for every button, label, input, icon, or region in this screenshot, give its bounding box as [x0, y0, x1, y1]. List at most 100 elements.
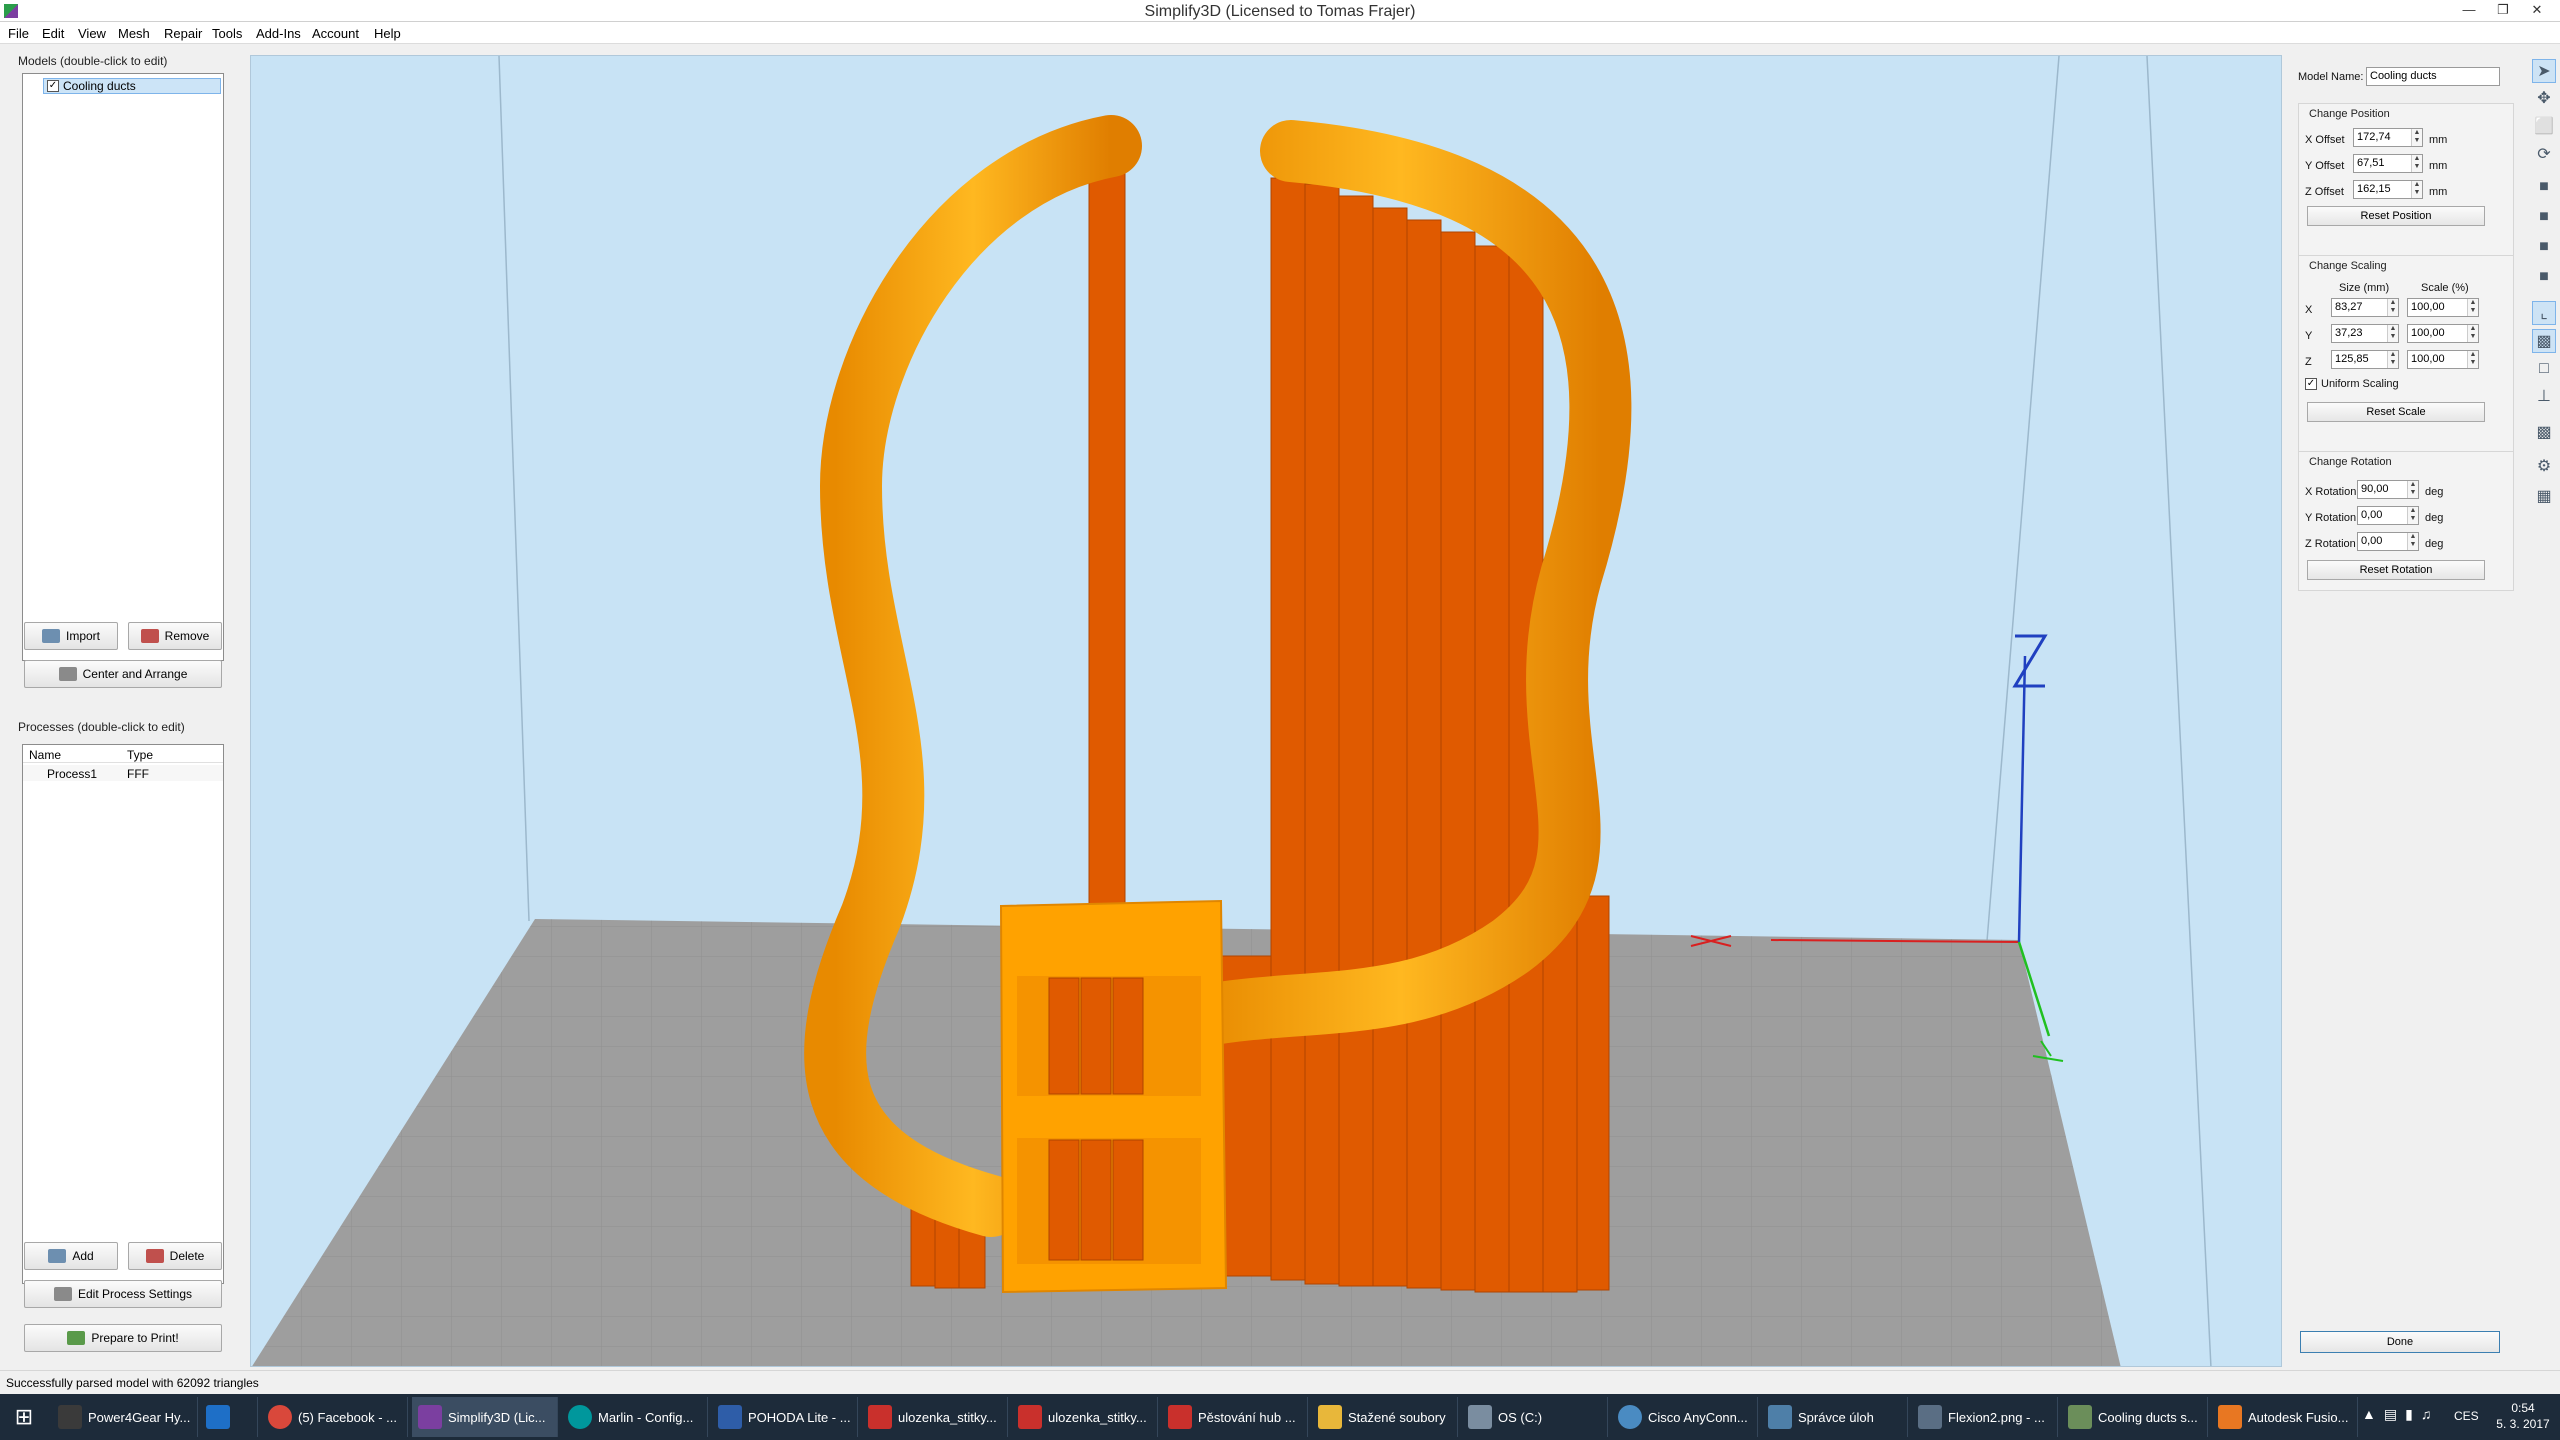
- taskbar-item[interactable]: Stažené soubory: [1312, 1397, 1458, 1437]
- spin-arrows-icon[interactable]: ▲ ▼: [2411, 155, 2422, 172]
- clock[interactable]: 0:54 5. 3. 2017: [2490, 1400, 2556, 1432]
- scale-x-input[interactable]: 100,00 ▲ ▼: [2407, 298, 2479, 317]
- table-row[interactable]: Process1 FFF: [23, 765, 223, 781]
- menu-view[interactable]: View: [78, 26, 106, 41]
- menu-file[interactable]: File: [8, 26, 29, 41]
- menu-bar: File Edit View Mesh Repair Tools Add-Ins…: [0, 22, 2560, 44]
- spin-arrows-icon[interactable]: ▲ ▼: [2407, 507, 2418, 524]
- remove-button[interactable]: Remove: [128, 622, 222, 650]
- menu-help[interactable]: Help: [374, 26, 401, 41]
- taskbar-item[interactable]: (5) Facebook - ...: [262, 1397, 408, 1437]
- minimize-button[interactable]: —: [2452, 0, 2486, 20]
- taskbar-item[interactable]: Marlin - Config...: [562, 1397, 708, 1437]
- taskbar-item[interactable]: POHODA Lite - ...: [712, 1397, 858, 1437]
- view-front-icon[interactable]: ■: [2532, 205, 2556, 229]
- supports-icon[interactable]: ▦: [2532, 485, 2556, 509]
- cross-section-icon[interactable]: ▩: [2532, 421, 2556, 445]
- model-name-input[interactable]: Cooling ducts: [2366, 67, 2500, 86]
- tray-battery-icon[interactable]: ▮: [2405, 1406, 2413, 1428]
- size-z-value: 125,85: [2335, 353, 2369, 365]
- gear-icon[interactable]: ⚙: [2532, 455, 2556, 479]
- view-top-icon[interactable]: ■: [2532, 235, 2556, 259]
- solid-view-icon[interactable]: ▩: [2532, 329, 2556, 353]
- process-name: Process1: [47, 767, 98, 781]
- y-rotation-input[interactable]: 0,00 ▲ ▼: [2357, 506, 2419, 525]
- spin-arrows-icon[interactable]: ▲ ▼: [2467, 351, 2478, 368]
- wireframe-view-icon[interactable]: □: [2532, 357, 2556, 381]
- processes-list[interactable]: Name Type Process1 FFF: [22, 744, 224, 1284]
- 3d-viewport[interactable]: [250, 55, 2282, 1367]
- scale-z-input[interactable]: 100,00 ▲ ▼: [2407, 350, 2479, 369]
- done-button[interactable]: Done: [2300, 1331, 2500, 1353]
- spin-arrows-icon[interactable]: ▲ ▼: [2467, 325, 2478, 342]
- size-y-input[interactable]: 37,23 ▲ ▼: [2331, 324, 2399, 343]
- models-list[interactable]: ✓ Cooling ducts: [22, 73, 224, 661]
- taskbar-item[interactable]: OS (C:): [1462, 1397, 1608, 1437]
- move-tool-icon[interactable]: ✥: [2532, 87, 2556, 111]
- tray-volume-icon[interactable]: ♫: [2421, 1406, 2432, 1428]
- size-z-input[interactable]: 125,85 ▲ ▼: [2331, 350, 2399, 369]
- reset-position-button[interactable]: Reset Position: [2307, 206, 2485, 226]
- spin-arrows-icon[interactable]: ▲ ▼: [2387, 299, 2398, 316]
- spin-arrows-icon[interactable]: ▲ ▼: [2467, 299, 2478, 316]
- normals-icon[interactable]: ⊥: [2532, 385, 2556, 409]
- spin-arrows-icon[interactable]: ▲ ▼: [2407, 481, 2418, 498]
- view-side-icon[interactable]: ■: [2532, 265, 2556, 289]
- menu-tools[interactable]: Tools: [212, 26, 242, 41]
- menu-mesh[interactable]: Mesh: [118, 26, 150, 41]
- taskbar-item[interactable]: Autodesk Fusio...: [2212, 1397, 2358, 1437]
- taskbar-item[interactable]: [200, 1397, 258, 1437]
- size-x-input[interactable]: 83,27 ▲ ▼: [2331, 298, 2399, 317]
- scale-tool-icon[interactable]: ⬜: [2532, 115, 2556, 139]
- taskbar-item[interactable]: Cisco AnyConn...: [1612, 1397, 1758, 1437]
- taskbar-item[interactable]: Flexion2.png - ...: [1912, 1397, 2058, 1437]
- delete-process-button[interactable]: Delete: [128, 1242, 222, 1270]
- y-offset-input[interactable]: 67,51 ▲ ▼: [2353, 154, 2423, 173]
- restore-button[interactable]: ❐: [2486, 0, 2520, 20]
- taskbar-item[interactable]: ulozenka_stitky...: [862, 1397, 1008, 1437]
- spin-arrows-icon[interactable]: ▲ ▼: [2387, 325, 2398, 342]
- menu-account[interactable]: Account: [312, 26, 359, 41]
- prepare-to-print-button[interactable]: Prepare to Print!: [24, 1324, 222, 1352]
- arrange-icon: [58, 667, 77, 681]
- menu-edit[interactable]: Edit: [42, 26, 64, 41]
- view-iso-icon[interactable]: ■: [2532, 175, 2556, 199]
- model-checkbox[interactable]: ✓: [47, 80, 59, 92]
- select-tool-icon[interactable]: ➤: [2532, 59, 2556, 83]
- uniform-scaling-checkbox[interactable]: ✓: [2305, 378, 2317, 390]
- import-button[interactable]: Import: [24, 622, 118, 650]
- y-rotation-value: 0,00: [2361, 509, 2383, 521]
- z-rotation-input[interactable]: 0,00 ▲ ▼: [2357, 532, 2419, 551]
- menu-add-ins[interactable]: Add-Ins: [256, 26, 301, 41]
- system-tray[interactable]: ▲ ▤ ▮ ♫: [2362, 1406, 2458, 1428]
- rotate-tool-icon[interactable]: ⟳: [2532, 143, 2556, 167]
- x-rotation-input[interactable]: 90,00 ▲ ▼: [2357, 480, 2419, 499]
- taskbar-item[interactable]: Cooling ducts s...: [2062, 1397, 2208, 1437]
- reset-scale-button[interactable]: Reset Scale: [2307, 402, 2485, 422]
- language-indicator[interactable]: CES: [2454, 1409, 2479, 1423]
- add-process-button[interactable]: Add: [24, 1242, 118, 1270]
- start-button[interactable]: ⊞: [0, 1397, 48, 1437]
- spin-arrows-icon[interactable]: ▲ ▼: [2411, 181, 2422, 198]
- taskbar-item[interactable]: Pěstování hub ...: [1162, 1397, 1308, 1437]
- edit-process-settings-button[interactable]: Edit Process Settings: [24, 1280, 222, 1308]
- taskbar-item[interactable]: ulozenka_stitky...: [1012, 1397, 1158, 1437]
- taskbar-item[interactable]: Správce úloh: [1762, 1397, 1908, 1437]
- spin-arrows-icon[interactable]: ▲ ▼: [2387, 351, 2398, 368]
- spin-arrows-icon[interactable]: ▲ ▼: [2407, 533, 2418, 550]
- model-item[interactable]: ✓ Cooling ducts: [43, 78, 221, 94]
- x-offset-input[interactable]: 172,74 ▲ ▼: [2353, 128, 2423, 147]
- tray-up-arrow-icon[interactable]: ▲: [2362, 1406, 2376, 1428]
- reset-rotation-button[interactable]: Reset Rotation: [2307, 560, 2485, 580]
- close-button[interactable]: ✕: [2520, 0, 2554, 20]
- tray-network-icon[interactable]: ▤: [2384, 1406, 2397, 1428]
- z-offset-input[interactable]: 162,15 ▲ ▼: [2353, 180, 2423, 199]
- taskbar-item[interactable]: Power4Gear Hy...: [52, 1397, 198, 1437]
- taskbar-item[interactable]: Simplify3D (Lic...: [412, 1397, 558, 1437]
- menu-repair[interactable]: Repair: [164, 26, 202, 41]
- spin-arrows-icon[interactable]: ▲ ▼: [2411, 129, 2422, 146]
- scale-y-input[interactable]: 100,00 ▲ ▼: [2407, 324, 2479, 343]
- center-arrange-button[interactable]: Center and Arrange: [24, 660, 222, 688]
- axes-toggle-icon[interactable]: ⌞: [2532, 301, 2556, 325]
- left-panel: Models (double-click to edit) ✓ Cooling …: [0, 48, 245, 1370]
